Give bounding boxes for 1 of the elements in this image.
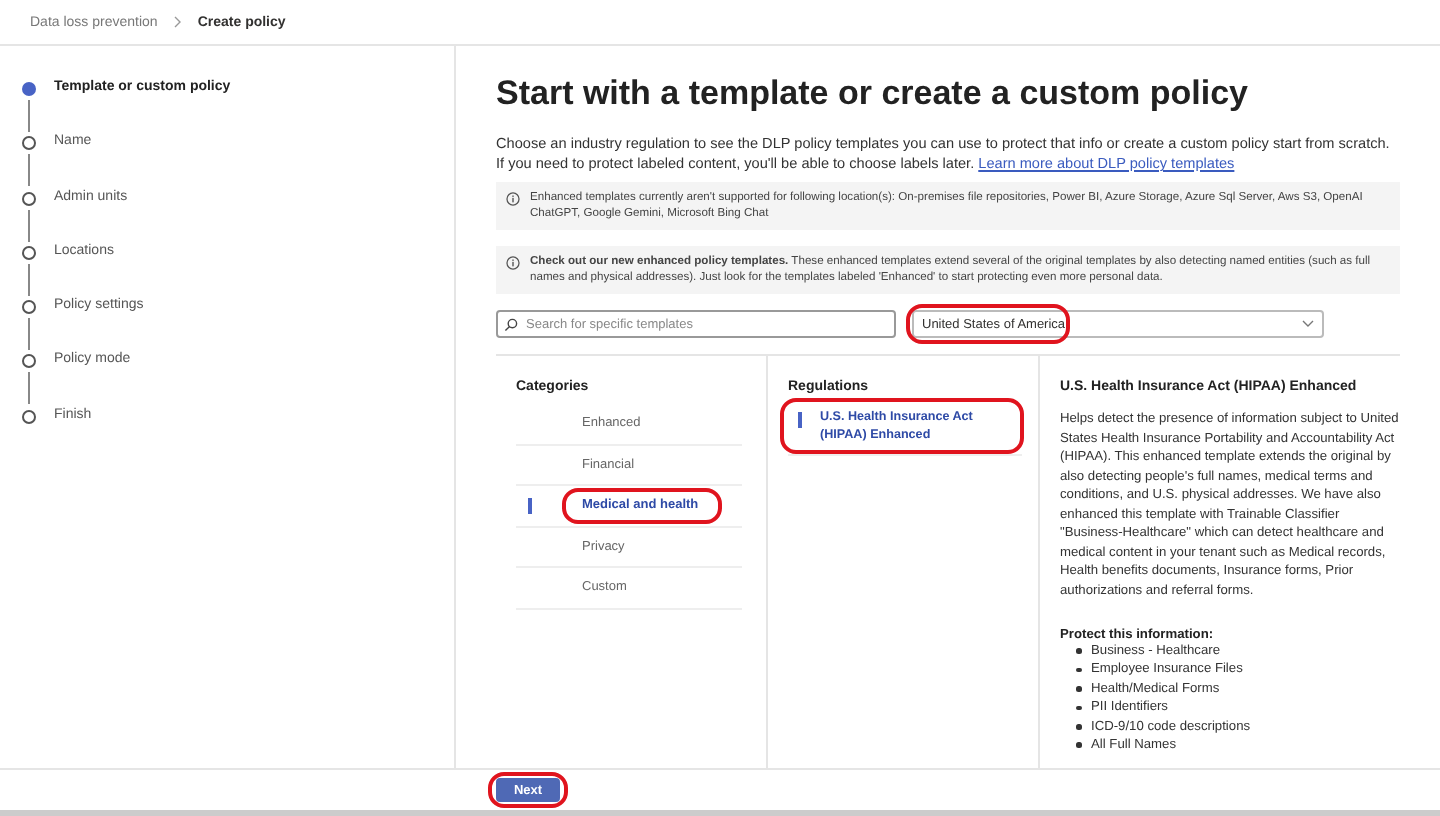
page-title: Start with a template or create a custom policy	[496, 74, 1251, 114]
